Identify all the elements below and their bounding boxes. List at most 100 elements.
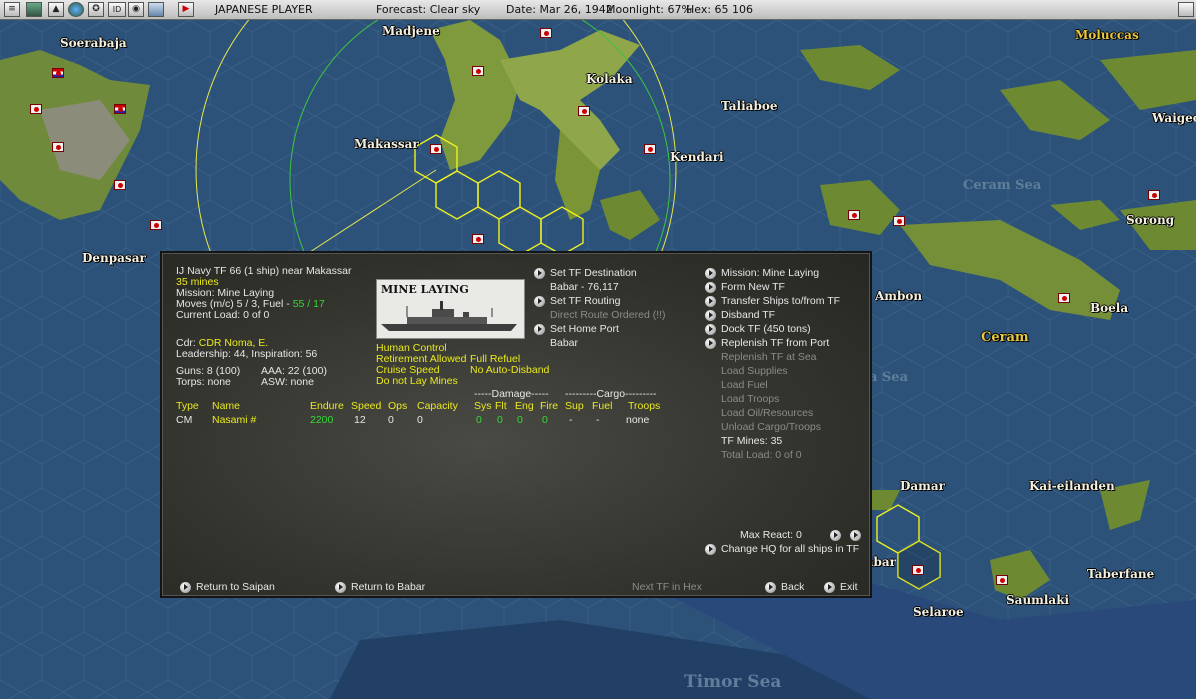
dutch-flag-icon: [114, 104, 126, 114]
row-eng: 0: [517, 414, 523, 426]
row-name[interactable]: Nasami #: [212, 414, 256, 427]
map-label-moluccas: Moluccas: [1075, 28, 1139, 42]
unit-marker[interactable]: [1058, 293, 1070, 303]
transfer-ships-button[interactable]: Transfer Ships to/from TF: [705, 295, 840, 308]
top-bar: ≡ ▲ ✪ ID ◉ ▶ JAPANESE PLAYER Forecast: C…: [0, 0, 1196, 20]
hex-label: Hex: 65 106: [686, 3, 754, 16]
mission-button[interactable]: Mission: Mine Laying: [705, 267, 819, 280]
unit-marker[interactable]: [893, 216, 905, 226]
unit-marker[interactable]: [996, 575, 1008, 585]
unit-marker[interactable]: [848, 210, 860, 220]
disband-tf-button[interactable]: Disband TF: [705, 309, 775, 322]
ship-mission-image: MINE LAYING: [376, 279, 525, 339]
col-troops: Troops: [628, 400, 661, 412]
map-label-ceram-sea: Ceram Sea: [963, 178, 1042, 193]
date-label: Date: Mar 26, 1942: [506, 3, 613, 16]
arrow-icon: [705, 544, 716, 555]
row-sys: 0: [476, 414, 482, 426]
col-sup: Sup: [565, 400, 584, 412]
unit-marker[interactable]: [472, 66, 484, 76]
unit-marker[interactable]: [430, 144, 442, 154]
arrow-icon: [705, 338, 716, 349]
intel-icon[interactable]: ◉: [128, 2, 144, 17]
double-arrow-icon: [850, 530, 861, 541]
col-eng: Eng: [515, 400, 534, 412]
play-icon[interactable]: ▶: [178, 2, 194, 17]
unit-marker[interactable]: [540, 28, 552, 38]
arrow-icon: [765, 582, 776, 593]
unit-marker[interactable]: [644, 144, 656, 154]
target-icon[interactable]: ✪: [88, 2, 104, 17]
tf-current-load: Current Load: 0 of 0: [176, 309, 270, 321]
load-fuel-option: Load Fuel: [721, 379, 768, 391]
col-ops: Ops: [388, 400, 408, 412]
forecast-label: Forecast: Clear sky: [376, 3, 481, 16]
map-label-boela: Boela: [1090, 301, 1129, 315]
replenish-port-button[interactable]: Replenish TF from Port: [705, 337, 829, 350]
map-label-kendari: Kendari: [670, 150, 724, 164]
map-label-tanimbar: Tanimbar: [872, 555, 896, 569]
map-label-saumlaki: Saumlaki: [1006, 593, 1070, 607]
turn-icon[interactable]: ▲: [48, 2, 64, 17]
row-troops: none: [626, 414, 650, 426]
replenish-sea-option: Replenish TF at Sea: [721, 351, 817, 363]
map-label-kai-eilanden: Kai-eilanden: [1029, 479, 1115, 493]
window-icon[interactable]: [148, 2, 164, 17]
unit-marker[interactable]: [1148, 190, 1160, 200]
options-icon[interactable]: ≡: [4, 2, 20, 17]
set-home-port-button[interactable]: Set Home Port: [534, 323, 619, 336]
tf-leadership: Leadership: 44, Inspiration: 56: [176, 348, 318, 360]
dock-tf-button[interactable]: Dock TF (450 tons): [705, 323, 811, 336]
flag-no-mines[interactable]: Do not Lay Mines: [376, 375, 458, 388]
unit-marker[interactable]: [52, 142, 64, 152]
return-saipan-button[interactable]: Return to Saipan: [180, 581, 275, 594]
row-fire: 0: [542, 414, 548, 426]
unload-cargo-option: Unload Cargo/Troops: [721, 421, 821, 433]
row-flt: 0: [497, 414, 503, 426]
next-tf-in-hex-button[interactable]: Next TF in Hex: [632, 581, 702, 594]
row-sup: -: [569, 414, 573, 426]
map-label-makassar: Makassar: [354, 137, 419, 151]
menu-button-icon[interactable]: [1178, 2, 1194, 17]
arrow-icon: [705, 296, 716, 307]
ship-image-caption: MINE LAYING: [381, 283, 469, 296]
unit-marker[interactable]: [30, 104, 42, 114]
load-troops-option: Load Troops: [721, 393, 780, 405]
row-speed: 12: [354, 414, 366, 426]
map-label-damar: Damar: [900, 479, 945, 493]
row-endure: 2200: [310, 414, 334, 426]
row-ops: 0: [388, 414, 394, 426]
map-label-kolaka: Kolaka: [586, 72, 633, 86]
load-oil-option: Load Oil/Resources: [721, 407, 814, 419]
unit-marker[interactable]: [912, 565, 924, 575]
return-babar-button[interactable]: Return to Babar: [335, 581, 425, 594]
set-tf-routing-button[interactable]: Set TF Routing: [534, 295, 620, 308]
map-label-denpasar: Denpasar: [82, 251, 146, 265]
unit-marker[interactable]: [578, 106, 590, 116]
globe-icon[interactable]: [68, 2, 84, 17]
unit-marker[interactable]: [472, 234, 484, 244]
map-label-soerabaja: Soerabaja: [60, 36, 127, 50]
arrow-icon: [180, 582, 191, 593]
form-new-tf-button[interactable]: Form New TF: [705, 281, 785, 294]
max-react-label: Max React: 0: [740, 529, 802, 541]
save-icon[interactable]: [26, 2, 42, 17]
back-button[interactable]: Back: [765, 581, 804, 594]
arrow-icon: [705, 324, 716, 335]
info-icon[interactable]: ID: [108, 2, 126, 17]
map-label-timor-sea: Timor Sea: [684, 672, 782, 692]
arrow-icon: [335, 582, 346, 593]
unit-marker[interactable]: [114, 180, 126, 190]
change-hq-button[interactable]: Change HQ for all ships in TF: [705, 543, 859, 556]
total-load: Total Load: 0 of 0: [721, 449, 802, 461]
col-fire: Fire: [540, 400, 559, 412]
col-name: Name: [212, 400, 241, 412]
unit-marker[interactable]: [150, 220, 162, 230]
set-tf-destination-button[interactable]: Set TF Destination: [534, 267, 637, 280]
col-type: Type: [176, 400, 199, 412]
dutch-flag-icon: [52, 68, 64, 78]
flag-no-auto-disband[interactable]: No Auto-Disband: [470, 364, 549, 377]
col-endure: Endure: [310, 400, 344, 412]
exit-button[interactable]: Exit: [824, 581, 858, 594]
col-flt: Flt: [495, 400, 507, 412]
